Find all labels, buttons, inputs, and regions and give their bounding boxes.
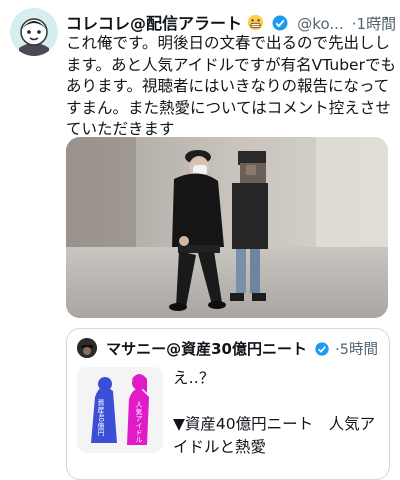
quoted-thumbnail: 資産40億円 人気アイドル [77, 367, 163, 453]
grimace-emoji-icon [247, 14, 264, 35]
thumbnail-label-right: 人気アイドル [135, 401, 143, 443]
more-dots-icon[interactable]: ··· [370, 8, 390, 29]
tweet-text: これ俺です。明後日の文春で出るので先出しします。あと人気アイドルですが有名VTu… [66, 34, 396, 138]
author-name[interactable]: コレコレ@配信アラート [66, 14, 242, 33]
author-handle[interactable]: @ko... [297, 15, 343, 33]
tweet-photo[interactable] [66, 137, 388, 318]
quoted-text-line2: ▼資産40億円ニート 人気アイドルと熱愛 [173, 415, 376, 456]
quoted-tweet-time: 5時間 [339, 342, 379, 358]
quoted-text-line1: え‥？ [173, 369, 215, 387]
thumbnail-label-left: 資産40億円 [97, 398, 105, 437]
quoted-author-name: マサニー@資産30億円ニート [106, 340, 307, 358]
quoted-tweet-text: え‥？ ▼資産40億円ニート 人気アイドルと熱愛 [173, 367, 383, 459]
quoted-tweet-header: マサニー@資産30億円ニート ·5時間 [77, 338, 383, 361]
quoted-author-avatar [77, 338, 97, 358]
verified-badge-icon [314, 341, 330, 361]
tweet-header: コレコレ@配信アラート @ko... ·1時間 ··· [66, 8, 396, 35]
quoted-tweet[interactable]: マサニー@資産30億円ニート ·5時間 資産40億円 人気アイドル え‥？ ▼資… [66, 328, 390, 480]
author-avatar[interactable] [10, 8, 58, 56]
